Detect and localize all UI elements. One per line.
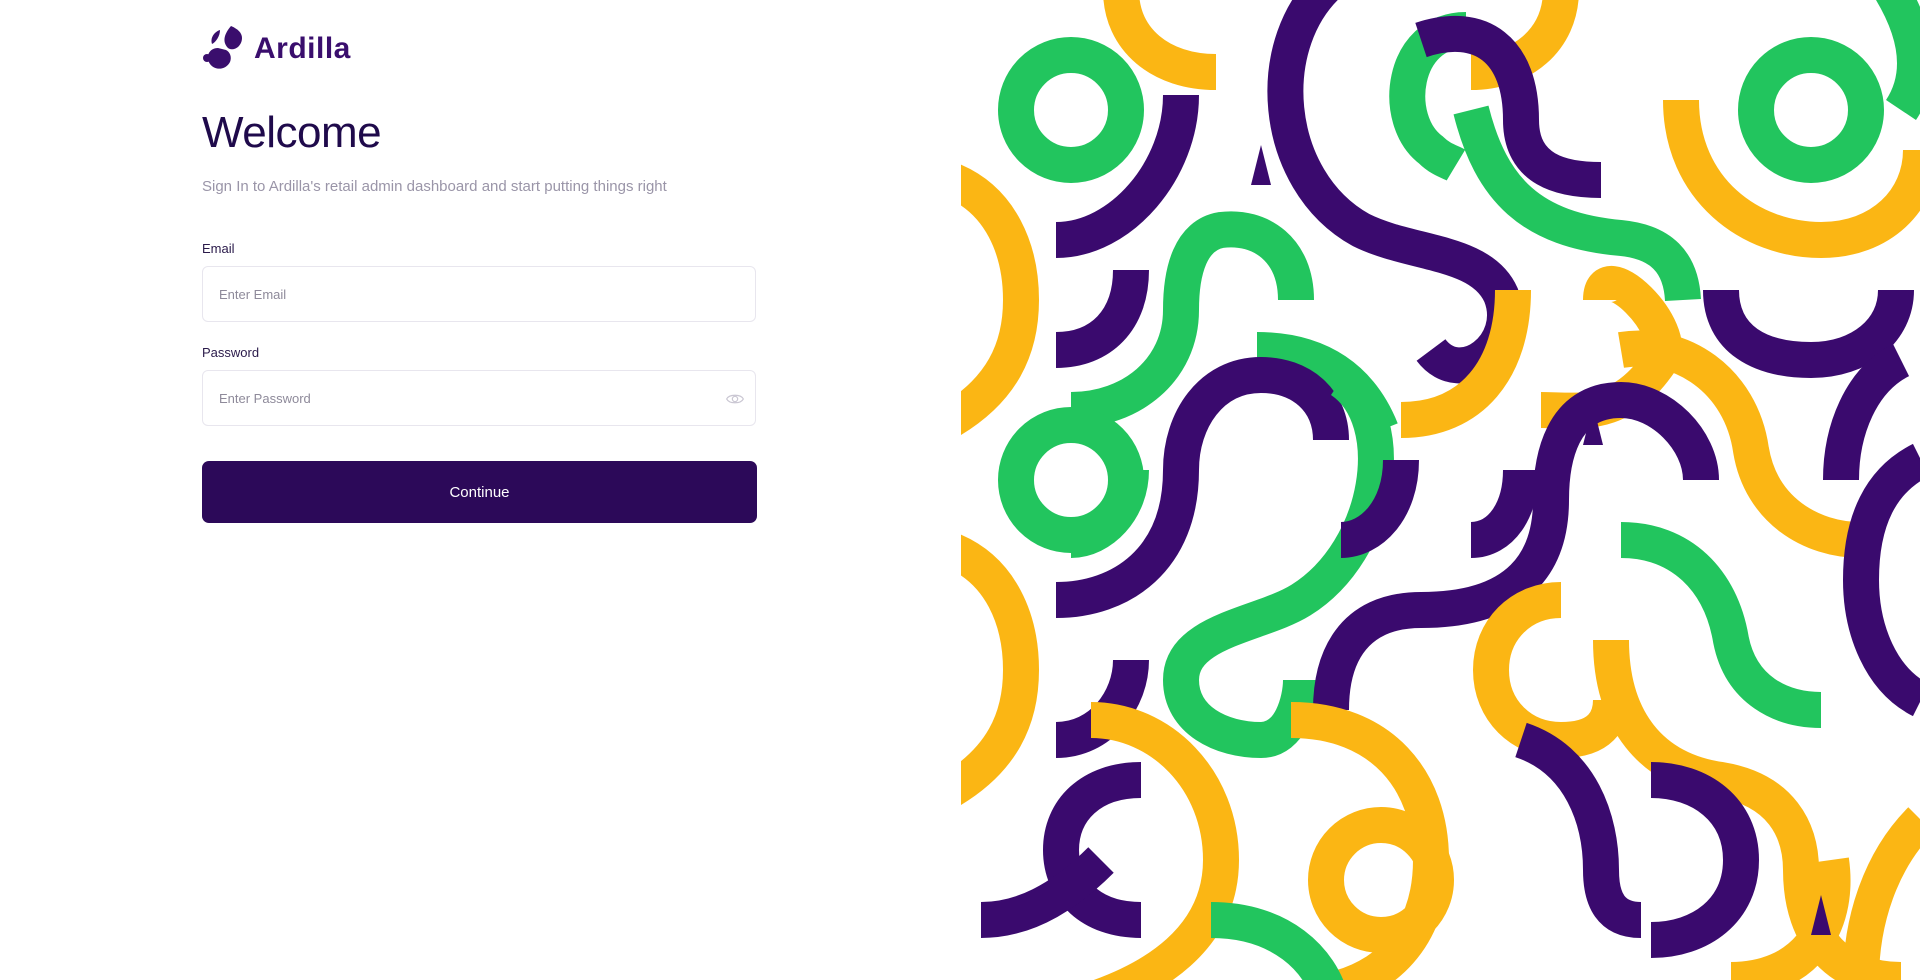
page-title: Welcome: [202, 108, 382, 157]
page-subtitle: Sign In to Ardilla's retail admin dashbo…: [202, 178, 667, 195]
continue-button[interactable]: Continue: [202, 461, 757, 523]
password-label: Password: [202, 345, 260, 360]
email-input[interactable]: [219, 267, 719, 321]
password-field-container: [202, 370, 756, 426]
password-input[interactable]: [219, 371, 719, 425]
swirl-pattern-illustration: [961, 0, 1920, 980]
decorative-pattern-panel: [961, 0, 1920, 980]
leaf-drop-logo-icon: [203, 26, 242, 69]
brand-name: Ardilla: [254, 32, 351, 65]
login-panel: Ardilla Welcome Sign In to Ardilla's ret…: [0, 0, 961, 980]
brand-logo[interactable]: Ardilla: [202, 24, 351, 74]
eye-icon[interactable]: [725, 389, 745, 409]
email-label: Email: [202, 241, 235, 256]
email-field-container: [202, 266, 756, 322]
